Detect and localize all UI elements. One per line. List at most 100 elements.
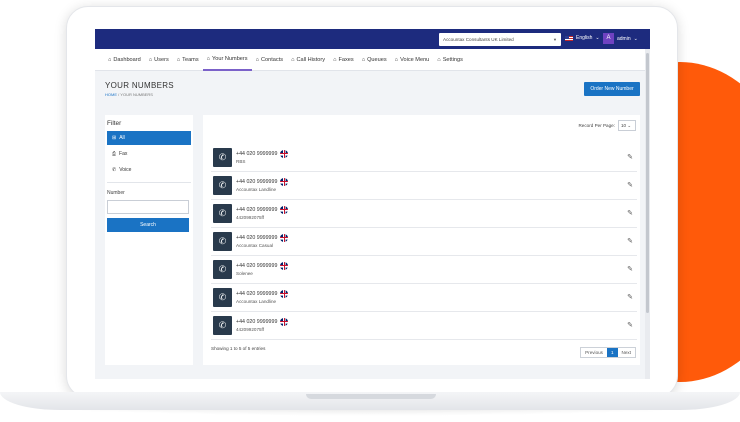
- us-flag-icon: [565, 35, 573, 41]
- phone-icon: ✆: [213, 232, 232, 251]
- divider: [107, 182, 191, 183]
- number-text: +44 020 9999999: [236, 207, 278, 213]
- nav-item-contacts[interactable]: ⌂ Contacts: [252, 49, 287, 71]
- list-item: ✆ +44 020 9999999 Accountax Casual ✎: [211, 228, 637, 256]
- chevron-down-icon: ⌄: [595, 35, 600, 41]
- app-screen: Accountax Consultants UK Limited ▼ Engli…: [95, 29, 650, 379]
- edit-icon[interactable]: ✎: [627, 153, 633, 161]
- filter-item-voice[interactable]: ✆ Voice: [107, 163, 191, 177]
- edit-icon[interactable]: ✎: [627, 181, 633, 189]
- number-name: Accountax Casual: [236, 243, 274, 248]
- nav-item-your-numbers[interactable]: ⌂ Your Numbers: [202, 49, 252, 71]
- phone-icon: ✆: [112, 167, 117, 173]
- top-bar: Accountax Consultants UK Limited ▼ Engli…: [95, 29, 650, 49]
- nav-item-queues[interactable]: ⌂ Queues: [358, 49, 391, 71]
- number-text: +44 020 9999999: [236, 319, 278, 325]
- user-name: admin: [617, 35, 631, 42]
- home-icon: ⌂: [394, 56, 399, 63]
- filter-item-label: Voice: [119, 167, 132, 173]
- number-input[interactable]: [107, 200, 189, 214]
- vertical-scrollbar[interactable]: [645, 49, 650, 379]
- edit-icon[interactable]: ✎: [627, 209, 633, 217]
- phone-icon: ✆: [213, 176, 232, 195]
- nav-label: Users: [154, 56, 169, 63]
- filter-item-fax[interactable]: ⎙ Fax: [107, 147, 191, 161]
- home-icon: ⌂: [108, 56, 112, 63]
- uk-flag-icon: [280, 262, 289, 270]
- phone-number: +44 020 9999999: [236, 206, 289, 214]
- number-label: Number: [107, 190, 125, 196]
- nav-item-voice-menu[interactable]: ⌂ Voice Menu: [391, 49, 434, 71]
- page-1-button[interactable]: 1: [606, 348, 618, 357]
- phone-number: +44 020 9999999: [236, 290, 289, 298]
- number-name: 4420992075ff: [236, 327, 265, 332]
- edit-icon[interactable]: ✎: [627, 237, 633, 245]
- next-page-button[interactable]: Next: [618, 348, 635, 357]
- list-item: ✆ +44 020 9999999 Solenee ✎: [211, 256, 637, 284]
- home-icon: ⌂: [291, 56, 295, 63]
- main-nav: ⌂ Dashboard ⌂ Users ⌂ Teams ⌂ Your Numbers ⌂…: [95, 49, 650, 71]
- home-icon: ⌂: [148, 56, 153, 63]
- number-text: +44 020 9999999: [236, 179, 278, 185]
- nav-label: Teams: [182, 56, 199, 63]
- list-item: ✆ +44 020 9999999 4420992075ff ✎: [211, 200, 637, 228]
- language-selector[interactable]: English ⌄: [565, 35, 600, 41]
- home-icon: ⌂: [255, 56, 259, 63]
- previous-page-button[interactable]: Previous: [581, 348, 607, 357]
- filter-title: Filter: [107, 120, 122, 127]
- phone-icon: ✆: [213, 288, 232, 307]
- breadcrumb-home[interactable]: HOME: [105, 92, 117, 97]
- phone-number: +44 020 9999999: [236, 262, 289, 270]
- nav-item-users[interactable]: ⌂ Users: [145, 49, 173, 71]
- number-name: RBS: [236, 159, 246, 164]
- language-label: English: [576, 35, 593, 41]
- list-item: ✆ +44 020 9999999 Accountax Landline ✎: [211, 284, 637, 312]
- phone-number: +44 020 9999999: [236, 234, 289, 242]
- number-name: Accountax Landline: [236, 299, 277, 304]
- phone-number: +44 020 9999999: [236, 178, 289, 186]
- search-button[interactable]: Search: [107, 218, 189, 232]
- phone-icon: ✆: [213, 316, 232, 335]
- nav-label: Faxes: [338, 56, 354, 63]
- user-menu[interactable]: A admin ⌄: [603, 33, 638, 44]
- fax-icon: ⎙: [112, 151, 117, 157]
- page-header: YOUR NUMBERS HOME / YOUR NUMBERS Order N…: [95, 71, 650, 105]
- per-page-select[interactable]: 10 ⌄: [618, 120, 636, 131]
- nav-item-dashboard[interactable]: ⌂ Dashboard: [104, 49, 145, 71]
- grid-icon: ⊞: [112, 135, 117, 141]
- nav-item-teams[interactable]: ⌂ Teams: [173, 49, 203, 71]
- nav-label: Your Numbers: [212, 55, 248, 62]
- nav-item-faxes[interactable]: ⌂ Faxes: [329, 49, 358, 71]
- edit-icon[interactable]: ✎: [627, 293, 633, 301]
- uk-flag-icon: [280, 178, 289, 186]
- filter-item-label: All: [119, 135, 125, 141]
- home-icon: ⌂: [361, 56, 366, 63]
- nav-label: Dashboard: [113, 56, 141, 63]
- entries-summary: Showing 1 to 5 of 5 entries: [211, 346, 266, 351]
- chevron-down-icon: ⌄: [633, 35, 638, 42]
- uk-flag-icon: [280, 206, 289, 214]
- number-name: Accountax Landline: [236, 187, 277, 192]
- edit-icon[interactable]: ✎: [627, 265, 633, 273]
- avatar: A: [603, 33, 614, 44]
- nav-label: Voice Menu: [400, 56, 430, 63]
- nav-item-settings[interactable]: ⌂ Settings: [433, 49, 467, 71]
- nav-label: Queues: [367, 56, 387, 63]
- filter-panel: Filter ⊞ All ⎙ Fax ✆ Voice Number Search: [105, 115, 193, 365]
- per-page-value: 10: [621, 123, 627, 128]
- list-item: ✆ +44 020 9999999 Accountax Landline ✎: [211, 172, 637, 200]
- list-item: ✆ +44 020 9999999 4420992075ff ✎: [211, 312, 637, 340]
- edit-icon[interactable]: ✎: [627, 321, 633, 329]
- phone-icon: ✆: [213, 148, 232, 167]
- scrollbar-thumb[interactable]: [646, 53, 649, 313]
- order-new-number-button[interactable]: Order New Number: [584, 82, 640, 96]
- number-text: +44 020 9999999: [236, 291, 278, 297]
- number-name: 4420992075ff: [236, 215, 265, 220]
- nav-item-call-history[interactable]: ⌂ Call History: [287, 49, 329, 71]
- company-select-value: Accountax Consultants UK Limited: [443, 37, 514, 42]
- filter-item-label: Fax: [119, 151, 128, 157]
- per-page-label: Record Per Page:: [578, 123, 615, 128]
- filter-item-all[interactable]: ⊞ All: [107, 131, 191, 145]
- company-select[interactable]: Accountax Consultants UK Limited ▼: [439, 33, 561, 46]
- phone-icon: ✆: [213, 260, 232, 279]
